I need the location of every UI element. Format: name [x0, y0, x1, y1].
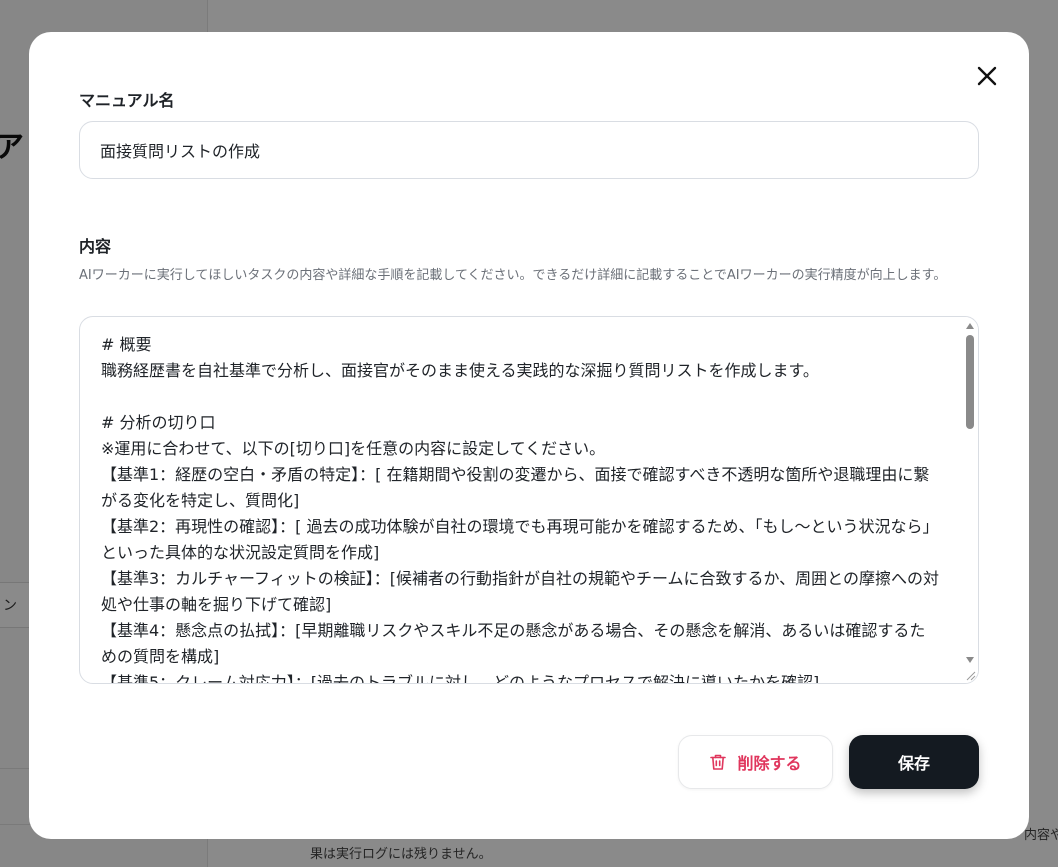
- save-button[interactable]: 保存: [849, 735, 979, 789]
- content-line: [101, 384, 941, 410]
- manual-name-input[interactable]: [79, 121, 979, 179]
- delete-button[interactable]: 削除する: [678, 735, 833, 789]
- content-textarea[interactable]: # 概要職務経歴書を自社基準で分析し、面接官がそのまま使える実践的な深掘り質問リ…: [79, 316, 979, 684]
- scroll-thumb[interactable]: [966, 335, 974, 429]
- edit-manual-modal: マニュアル名 内容 AIワーカーに実行してほしいタスクの内容や詳細な手順を記載し…: [29, 32, 1029, 839]
- close-button[interactable]: [973, 62, 1001, 90]
- content-line: # 分析の切り口: [101, 413, 216, 432]
- content-line: 【基準2：再現性の確認】：[ 過去の成功体験が自社の環境でも再現可能かを確認する…: [101, 517, 939, 562]
- save-button-label: 保存: [897, 754, 930, 773]
- content-line: 【基準4：懸念点の払拭】：[早期離職リスクやスキル不足の懸念がある場合、その懸念…: [101, 621, 926, 666]
- trash-icon: [710, 754, 727, 770]
- delete-button-label: 削除する: [737, 754, 802, 773]
- scroll-up-arrow-icon[interactable]: [966, 323, 974, 329]
- textarea-scrollbar[interactable]: [962, 317, 978, 683]
- content-line: 職務経歴書を自社基準で分析し、面接官がそのまま使える実践的な深掘り質問リストを作…: [101, 361, 819, 380]
- content-line: # 概要: [101, 335, 152, 354]
- close-icon: [977, 66, 997, 86]
- resize-handle-icon[interactable]: [964, 669, 976, 681]
- manual-name-label: マニュアル名: [79, 91, 175, 110]
- content-label: 内容: [79, 237, 112, 256]
- content-line: 【基準1：経歴の空白・矛盾の特定】：[ 在籍期間や役割の変遷から、面接で確認すべ…: [101, 465, 930, 510]
- scroll-down-arrow-icon[interactable]: [966, 657, 974, 663]
- content-help-text: AIワーカーに実行してほしいタスクの内容や詳細な手順を記載してください。できるだ…: [79, 268, 947, 283]
- content-line: 【基準3：カルチャーフィットの検証】：[候補者の行動指針が自社の規範やチームに合…: [101, 569, 940, 614]
- content-line: ※運用に合わせて、以下の[切り口]を任意の内容に設定してください。: [101, 439, 606, 458]
- content-line: 【基準5：クレーム対応力】：[過去のトラブルに対し、どのようなプロセスで解決に導…: [101, 673, 820, 684]
- content-text[interactable]: # 概要職務経歴書を自社基準で分析し、面接官がそのまま使える実践的な深掘り質問リ…: [101, 332, 941, 684]
